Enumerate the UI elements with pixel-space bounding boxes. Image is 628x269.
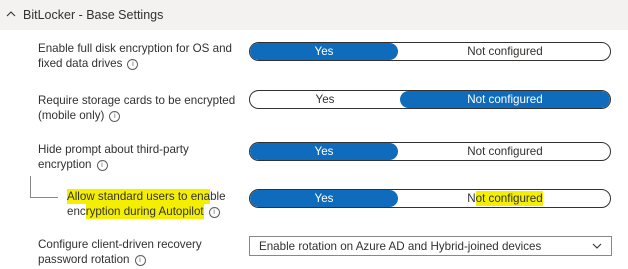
setting-label-standard-users-autopilot: Allow standard users to enable encryptio… bbox=[67, 189, 226, 219]
option-yes[interactable]: Yes bbox=[250, 143, 398, 160]
highlighted-text: Allow standard users to ena bbox=[67, 189, 211, 204]
toggle-full-disk-encryption[interactable]: Yes Not configured bbox=[249, 42, 611, 61]
tree-connector-horizontal bbox=[30, 197, 58, 198]
toggle-third-party-prompt[interactable]: Yes Not configured bbox=[249, 142, 611, 161]
setting-label-storage-cards: Require storage cards to be encrypted (m… bbox=[38, 94, 236, 122]
chevron-up-icon bbox=[6, 11, 16, 17]
section-header[interactable]: BitLocker - Base Settings bbox=[0, 0, 628, 30]
setting-label-recovery-rotation: Configure client-driven recovery passwor… bbox=[38, 238, 202, 266]
toggle-storage-cards[interactable]: Yes Not configured bbox=[249, 90, 611, 109]
option-yes[interactable]: Yes bbox=[250, 43, 398, 60]
info-icon[interactable]: i bbox=[134, 254, 146, 266]
chevron-down-icon bbox=[592, 243, 602, 249]
option-not-configured[interactable]: Not configured bbox=[400, 91, 610, 108]
info-icon[interactable]: i bbox=[127, 58, 139, 70]
recovery-rotation-dropdown[interactable]: Enable rotation on Azure AD and Hybrid-j… bbox=[249, 236, 612, 256]
info-icon[interactable]: i bbox=[208, 206, 220, 218]
info-icon[interactable]: i bbox=[96, 159, 108, 171]
tree-connector-vertical bbox=[30, 176, 31, 197]
dropdown-value: Enable rotation on Azure AD and Hybrid-j… bbox=[259, 240, 542, 253]
setting-label-full-disk-encryption: Enable full disk encryption for OS and f… bbox=[38, 42, 232, 70]
toggle-standard-users-autopilot[interactable]: Yes Not configured bbox=[249, 189, 611, 208]
option-not-configured[interactable]: Not configured bbox=[400, 43, 610, 60]
option-not-configured[interactable]: Not configured bbox=[400, 143, 610, 160]
section-title: BitLocker - Base Settings bbox=[23, 8, 164, 22]
info-icon[interactable]: i bbox=[109, 110, 121, 122]
option-not-configured[interactable]: Not configured bbox=[400, 190, 610, 207]
highlighted-text: ot configured bbox=[475, 191, 543, 206]
highlighted-text: ryption during Autopilot bbox=[85, 203, 204, 219]
option-yes[interactable]: Yes bbox=[250, 91, 400, 108]
setting-label-third-party-prompt: Hide prompt about third-party encryption… bbox=[38, 143, 189, 171]
option-yes[interactable]: Yes bbox=[250, 190, 398, 207]
